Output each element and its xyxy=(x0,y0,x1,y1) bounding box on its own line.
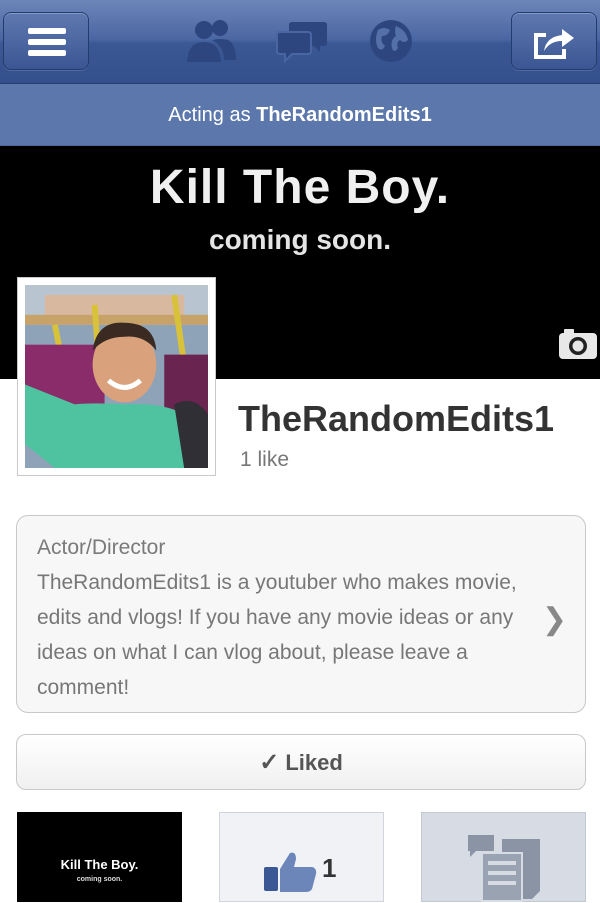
liked-label: Liked xyxy=(285,750,343,775)
thumbs-up-icon xyxy=(264,852,317,892)
liked-button[interactable]: ✓ Liked xyxy=(16,734,586,790)
page-category: Actor/Director xyxy=(37,536,166,559)
cover-title: Kill The Boy. xyxy=(149,161,451,214)
acting-as-prefix: Acting as xyxy=(168,104,251,126)
tile-cover-title: Kill The Boy. xyxy=(60,857,139,872)
about-card[interactable]: Actor/Director TheRandomEdits1 is a yout… xyxy=(16,515,586,713)
messages-icon[interactable] xyxy=(276,18,328,64)
share-button[interactable] xyxy=(511,12,597,70)
checkmark-icon: ✓ xyxy=(259,749,280,776)
tile-cover-subtitle: coming soon. xyxy=(76,876,123,883)
page-title: TheRandomEdits1 xyxy=(238,398,555,439)
tile-like-count: 1 xyxy=(322,853,337,883)
posts-tile[interactable] xyxy=(421,812,586,902)
like-count[interactable]: 1 like xyxy=(240,448,289,472)
chevron-right-icon: ❯ xyxy=(541,603,567,636)
menu-button[interactable] xyxy=(3,12,89,70)
acting-as-name: TheRandomEdits1 xyxy=(256,104,432,126)
likes-tile[interactable]: 1 xyxy=(219,812,384,902)
share-icon xyxy=(534,29,574,59)
friends-icon[interactable] xyxy=(184,18,238,64)
top-nav-bar xyxy=(0,0,600,84)
camera-icon[interactable] xyxy=(558,328,598,360)
profile-photo-image xyxy=(25,285,208,468)
page-description: TheRandomEdits1 is a youtuber who makes … xyxy=(37,571,517,699)
posts-icon xyxy=(468,835,540,902)
globe-icon[interactable] xyxy=(368,18,414,64)
photos-tile[interactable]: Kill The Boy. coming soon. xyxy=(17,812,182,902)
profile-picture[interactable] xyxy=(17,277,216,476)
acting-as-bar: Acting as TheRandomEdits1 xyxy=(0,84,600,146)
cover-subtitle: coming soon. xyxy=(209,224,391,255)
